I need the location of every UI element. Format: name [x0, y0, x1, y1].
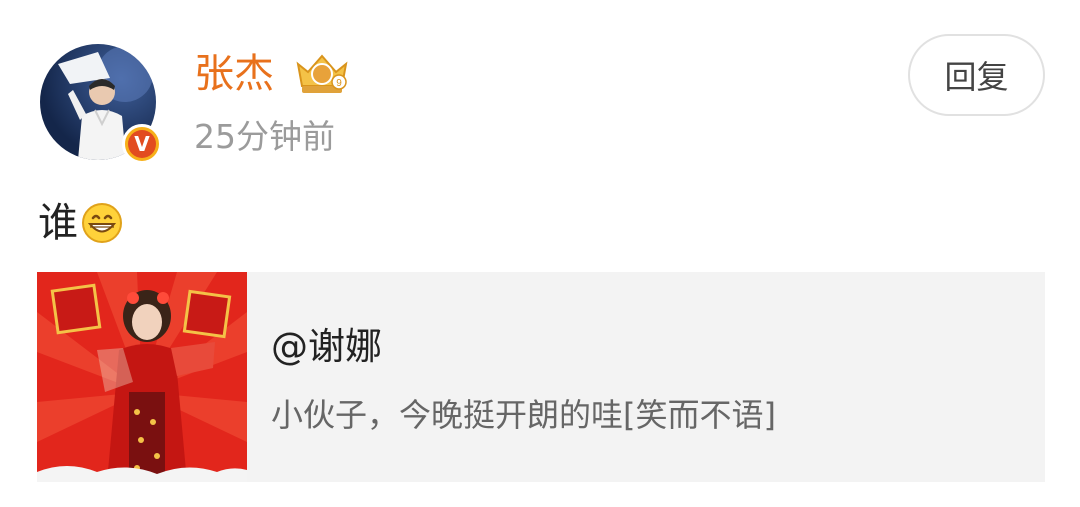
comment-body: 谁: [38, 196, 124, 250]
timestamp: 25分钟前: [194, 117, 335, 156]
reply-button[interactable]: 回复: [908, 34, 1045, 116]
quoted-post-card[interactable]: @谢娜 小伙子，今晚挺开朗的哇[笑而不语]: [37, 272, 1045, 482]
vip-crown-icon: 9: [296, 54, 348, 93]
quoted-username[interactable]: @谢娜: [271, 324, 382, 370]
svg-text:9: 9: [336, 78, 342, 89]
avatar[interactable]: V: [40, 44, 162, 164]
author-name[interactable]: 张杰: [194, 50, 274, 98]
verified-badge-icon: V: [122, 124, 162, 164]
quote-thumbnail: [37, 272, 247, 482]
festive-photo-icon: [37, 272, 247, 482]
grin-emoji-icon: [82, 203, 122, 243]
comment-post: V 张杰 9 25分钟前 回复 谁 @谢娜 小伙子，今晚挺开朗的哇[笑而不语]: [0, 0, 1080, 507]
comment-text: 谁: [38, 200, 78, 246]
quoted-text: 小伙子，今晚挺开朗的哇[笑而不语]: [271, 396, 776, 434]
